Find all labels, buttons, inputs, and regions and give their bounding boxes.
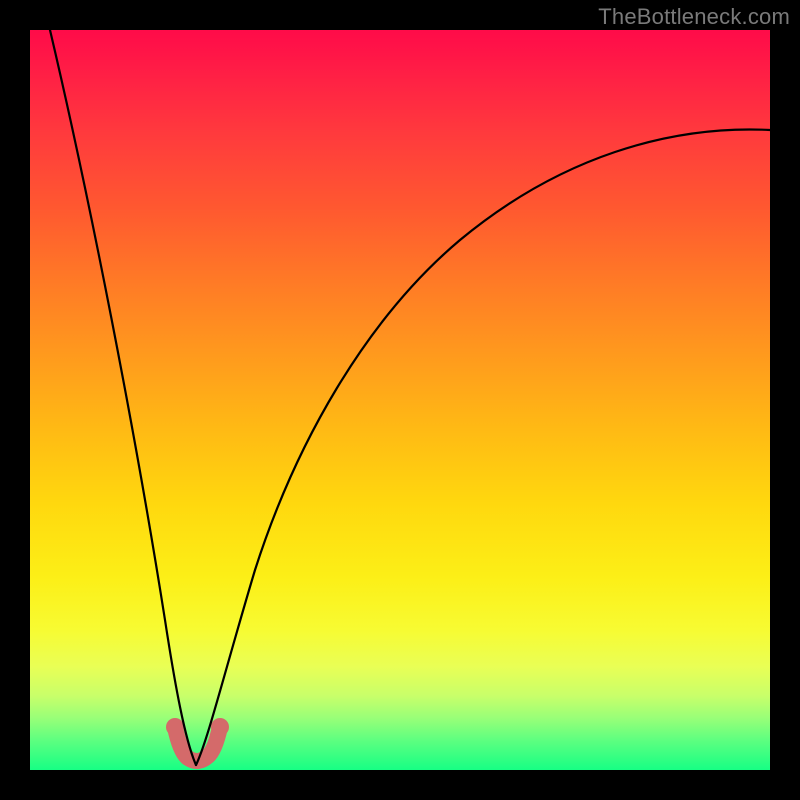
bottleneck-curve	[30, 30, 770, 770]
dip-cap-right	[211, 718, 229, 736]
curve-left-branch	[50, 30, 196, 765]
watermark-text: TheBottleneck.com	[598, 4, 790, 30]
plot-area	[30, 30, 770, 770]
dip-cap-left	[166, 718, 184, 736]
chart-frame: TheBottleneck.com	[0, 0, 800, 800]
curve-right-branch	[196, 129, 770, 765]
